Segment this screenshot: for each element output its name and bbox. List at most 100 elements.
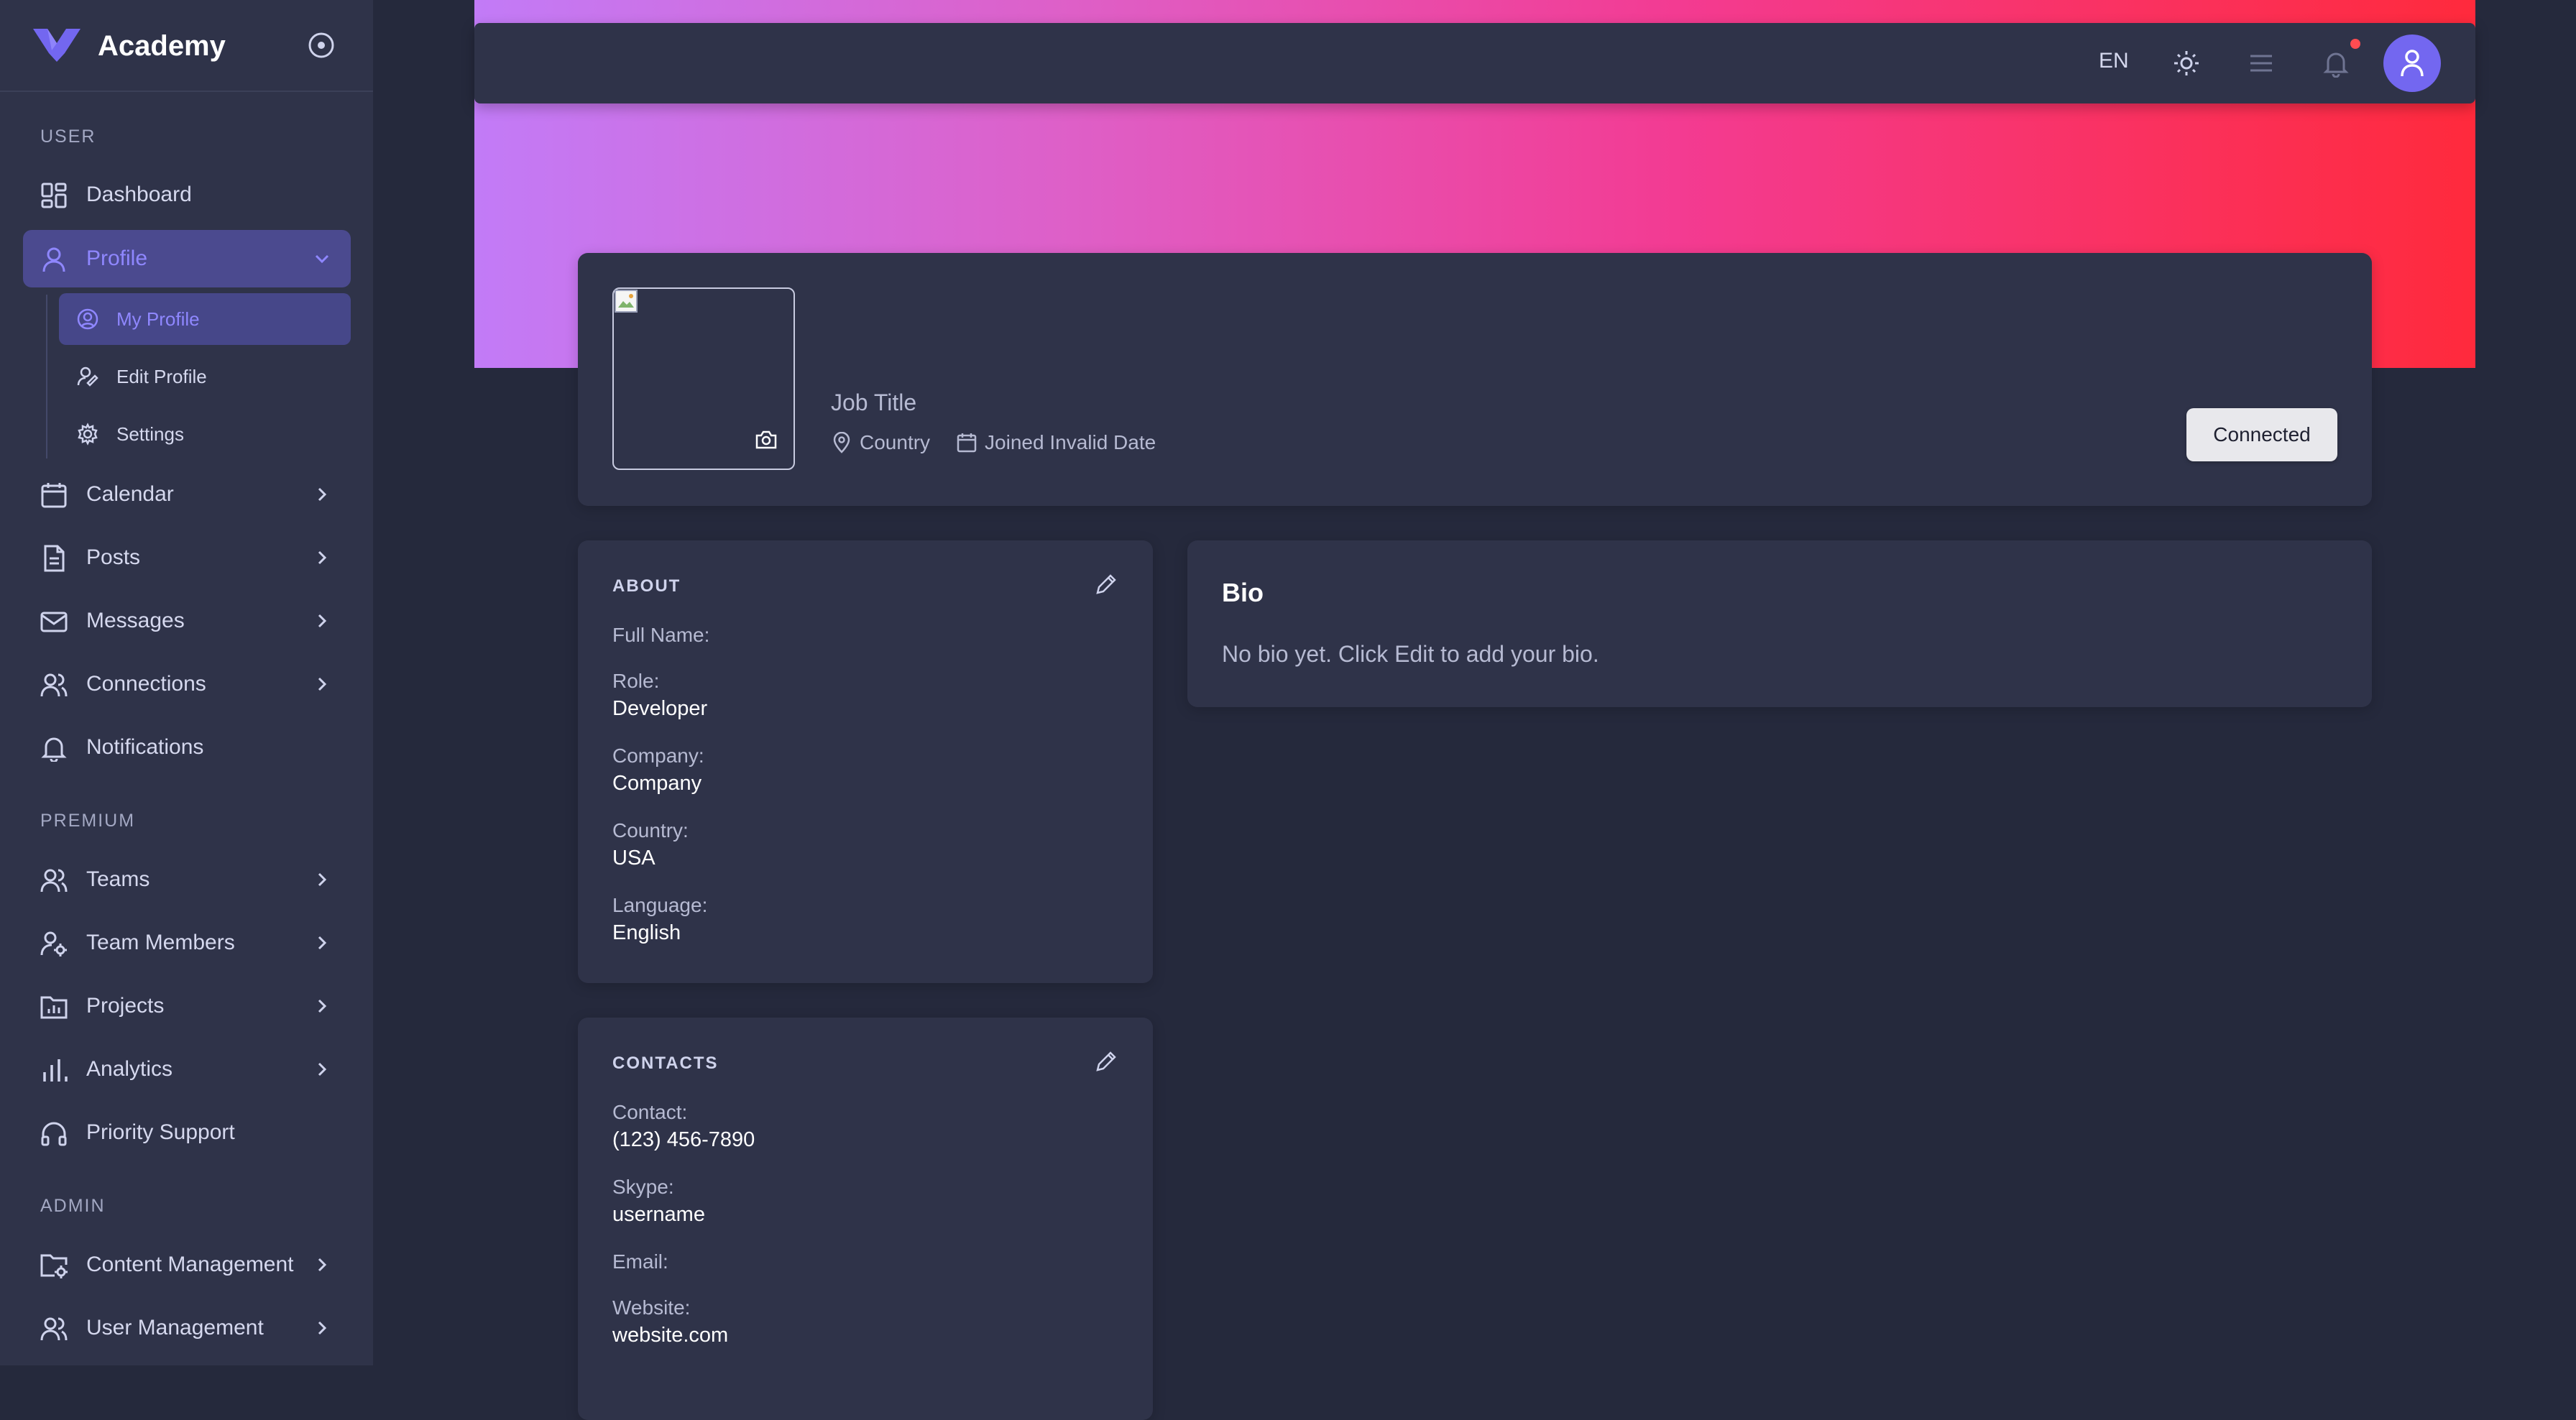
connected-button[interactable]: Connected [2186, 408, 2337, 461]
gear-icon [78, 423, 98, 446]
calendar-icon [957, 433, 977, 453]
about-language-value: English [612, 921, 681, 944]
sidebar-subitem-settings[interactable]: Settings [59, 408, 351, 460]
chevron-down-icon [315, 254, 329, 264]
sidebar-item-projects[interactable]: Projects [23, 977, 351, 1035]
about-role-value: Developer [612, 697, 708, 720]
job-title: Job Title [831, 389, 917, 415]
brand: Academy [0, 0, 373, 92]
about-fullname-label: Full Name: [612, 624, 710, 646]
sidebar-subitem-label: Settings [116, 423, 184, 445]
notification-badge [2350, 39, 2360, 49]
chevron-right-icon [318, 1321, 327, 1335]
edit-pencil-icon[interactable] [1094, 572, 1118, 596]
user-avatar-icon [2401, 50, 2424, 77]
avatar[interactable] [2383, 34, 2441, 92]
sidebar-item-label: Connections [86, 672, 206, 696]
about-country-label: Country: [612, 819, 689, 842]
chevron-right-icon [318, 487, 327, 502]
broken-image-icon [615, 290, 638, 313]
topbar: EN [474, 23, 2475, 103]
sidebar-item-label: Priority Support [86, 1120, 235, 1144]
sidebar-item-label: Teams [86, 867, 150, 891]
section-title-premium: PREMIUM [40, 811, 136, 831]
bio-card: Bio No bio yet. Click Edit to add your b… [1187, 540, 2372, 707]
profile-header-card: Job Title Country Joined Invalid Date Co… [578, 253, 2372, 506]
dashboard-icon [41, 183, 67, 208]
chevron-right-icon [318, 614, 327, 628]
contacts-skype-label: Skype: [612, 1176, 674, 1198]
users-icon [40, 673, 68, 697]
sidebar-subitem-label: Edit Profile [116, 366, 207, 387]
sidebar-item-profile[interactable]: Profile [23, 230, 351, 287]
sidebar-subitem-edit-profile[interactable]: Edit Profile [59, 351, 351, 402]
section-title-admin: ADMIN [40, 1196, 106, 1216]
contacts-website-label: Website: [612, 1296, 691, 1319]
bio-text: No bio yet. Click Edit to add your bio. [1222, 641, 1599, 667]
chart-folder-icon [40, 996, 68, 1019]
about-role-label: Role: [612, 670, 660, 692]
sidebar-item-team-members[interactable]: Team Members [23, 914, 351, 972]
user-circle-icon [77, 308, 98, 330]
sidebar-item-notifications[interactable]: Notifications [23, 719, 351, 776]
section-title-user: USER [40, 126, 96, 147]
sidebar-item-calendar[interactable]: Calendar [23, 466, 351, 523]
document-icon [44, 545, 65, 572]
sidebar: Academy USER Dashboard Profile My Profil… [0, 0, 373, 1365]
contacts-contact-label: Contact: [612, 1101, 688, 1123]
chevron-right-icon [318, 1258, 327, 1272]
chevron-right-icon [318, 677, 327, 691]
contacts-website-value[interactable]: website.com [612, 1324, 728, 1347]
contacts-contact-value: (123) 456-7890 [612, 1128, 755, 1151]
edit-pencil-icon[interactable] [1094, 1049, 1118, 1074]
about-card: ABOUT Full Name: Role: Developer Company… [578, 540, 1153, 983]
about-country-value: USA [612, 847, 656, 870]
sidebar-item-analytics[interactable]: Analytics [23, 1041, 351, 1098]
user-edit-icon [77, 366, 98, 387]
profile-photo[interactable] [612, 287, 795, 470]
sidebar-item-content-management[interactable]: Content Management [23, 1236, 351, 1294]
sidebar-item-messages[interactable]: Messages [23, 592, 351, 650]
about-heading: ABOUT [612, 576, 681, 596]
bar-chart-icon [43, 1059, 68, 1082]
sidebar-item-user-management[interactable]: User Management [23, 1299, 351, 1357]
sidebar-item-label: Projects [86, 994, 165, 1018]
profile-joined-date: Joined Invalid Date [985, 431, 1156, 453]
calendar-icon [41, 483, 67, 508]
menu-icon[interactable] [2247, 49, 2276, 78]
sidebar-item-connections[interactable]: Connections [23, 655, 351, 713]
about-company-label: Company: [612, 744, 704, 767]
sidebar-item-label: Team Members [86, 931, 235, 954]
sidebar-item-teams[interactable]: Teams [23, 851, 351, 908]
users-icon [40, 869, 68, 893]
bell-icon [41, 737, 67, 762]
profile-country: Country [860, 431, 931, 453]
logo-icon [33, 29, 80, 62]
mail-icon [40, 612, 68, 632]
bio-title: Bio [1222, 578, 1264, 607]
about-language-label: Language: [612, 894, 708, 916]
sun-icon[interactable] [2172, 49, 2201, 78]
sidebar-item-priority-support[interactable]: Priority Support [23, 1104, 351, 1161]
sidebar-item-label: Messages [86, 609, 185, 632]
sidebar-item-posts[interactable]: Posts [23, 529, 351, 586]
sidebar-toggle-icon[interactable] [308, 32, 335, 59]
bell-icon[interactable] [2322, 49, 2350, 78]
sidebar-item-label: Calendar [86, 482, 174, 506]
chevron-right-icon [318, 1062, 327, 1076]
sidebar-subitem-label: My Profile [116, 308, 200, 330]
sidebar-subitem-my-profile[interactable]: My Profile [59, 293, 351, 345]
chevron-right-icon [318, 872, 327, 887]
language-switcher[interactable]: EN [2099, 49, 2129, 73]
user-cog-icon [40, 931, 67, 956]
contacts-email-label: Email: [612, 1250, 668, 1273]
contacts-card: CONTACTS Contact: (123) 456-7890 Skype: … [578, 1018, 1153, 1420]
user-icon [42, 247, 65, 272]
profile-meta: Country Joined Invalid Date [831, 431, 1156, 454]
sidebar-item-label: Posts [86, 545, 141, 569]
folder-cog-icon [40, 1254, 68, 1278]
sidebar-item-label: Notifications [86, 735, 204, 759]
camera-icon[interactable] [755, 430, 778, 450]
sidebar-item-dashboard[interactable]: Dashboard [23, 166, 351, 223]
sidebar-item-label: Content Management [86, 1253, 294, 1276]
